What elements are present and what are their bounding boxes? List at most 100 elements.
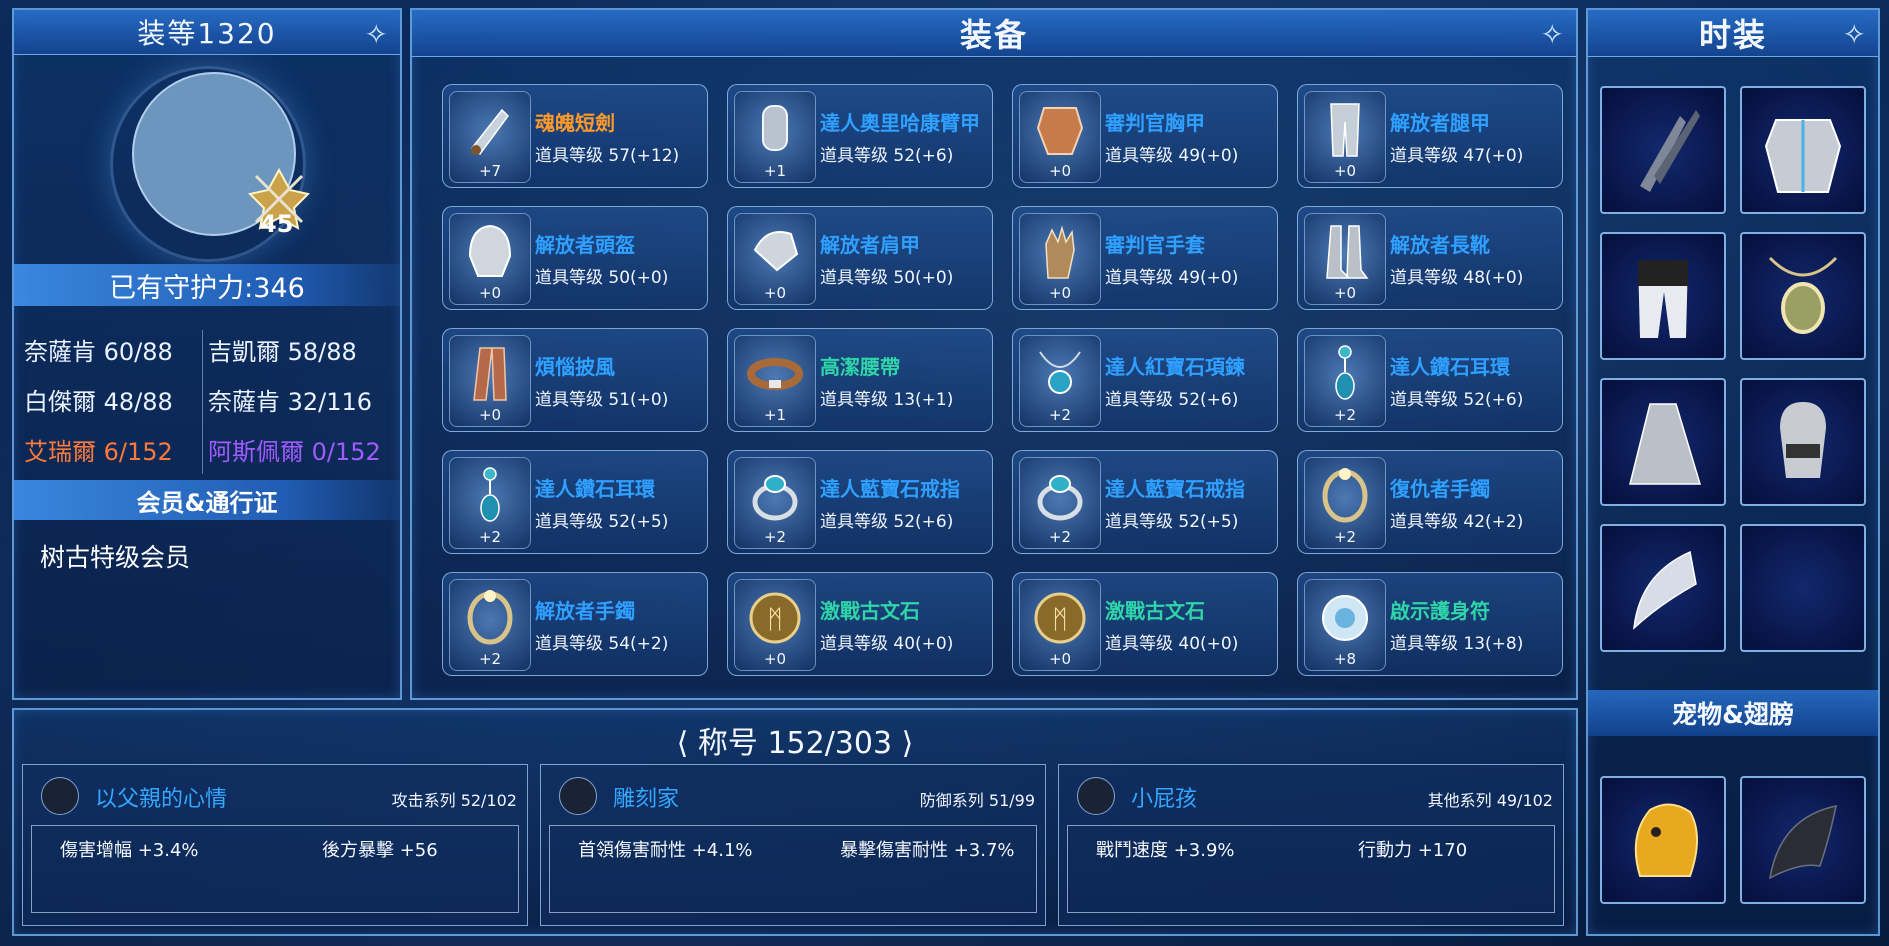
fashion-panel: 时装 ✧ 宠物&翅膀 (1586, 8, 1880, 936)
item-name: 解放者長靴 (1390, 233, 1490, 257)
title-name: 小屁孩 (1131, 787, 1198, 812)
equipment-slot[interactable]: ᛗ +0 激戰古文石 道具等级 40(+0) (1012, 572, 1278, 676)
equipment-slot[interactable]: +2 達人鑽石耳環 道具等级 52(+6) (1297, 328, 1563, 432)
shoulder-icon (753, 231, 799, 272)
equipment-slot[interactable]: +2 解放者手鐲 道具等级 54(+2) (442, 572, 708, 676)
equipment-slot[interactable]: +0 解放者頭盔 道具等级 50(+0) (442, 206, 708, 310)
item-name: 解放者肩甲 (820, 233, 920, 257)
chevron-left-icon[interactable]: ⟨ (677, 726, 689, 761)
item-enhance: +2 (1333, 406, 1357, 424)
title-stat: 戰鬥速度 +3.9% (1096, 840, 1235, 861)
item-icon-box: +2 (1019, 335, 1101, 427)
equipment-slot[interactable]: +2 復仇者手鐲 道具等级 42(+2) (1297, 450, 1563, 554)
item-level: 道具等级 48(+0) (1390, 268, 1524, 288)
equipment-slot[interactable]: +2 達人藍寶石戒指 道具等级 52(+6) (727, 450, 993, 554)
item-level: 道具等级 51(+0) (535, 390, 669, 410)
fashion-slot[interactable] (1600, 232, 1726, 360)
item-level: 道具等级 50(+0) (535, 268, 669, 288)
svg-text:ᛗ: ᛗ (767, 605, 783, 635)
dagger-costume-icon (1640, 110, 1700, 192)
cape-icon (473, 347, 507, 401)
equipment-slot[interactable]: +0 解放者長靴 道具等级 48(+0) (1297, 206, 1563, 310)
title-card[interactable]: 雕刻家 防御系列 51/99 首領傷害耐性 +4.1% 暴擊傷害耐性 +3.7% (540, 764, 1046, 926)
item-level: 道具等级 52(+5) (1105, 512, 1239, 532)
chevron-right-icon[interactable]: ⟩ (902, 726, 914, 761)
title-card[interactable]: 以父親的心情 攻击系列 52/102 傷害增幅 +3.4% 後方暴擊 +56 (22, 764, 528, 926)
necklace-costume-icon (1768, 256, 1838, 334)
equipment-slot[interactable]: +2 達人藍寶石戒指 道具等级 52(+5) (1012, 450, 1278, 554)
pet-slot[interactable] (1600, 776, 1726, 904)
pet-slot[interactable] (1740, 776, 1866, 904)
item-icon-box: +0 (1019, 91, 1101, 183)
fashion-header: 时装 ✧ (1588, 10, 1878, 57)
equipment-slot[interactable]: +0 審判官胸甲 道具等级 49(+0) (1012, 84, 1278, 188)
item-icon-box: +2 (1019, 457, 1101, 549)
item-icon-box: +2 (449, 457, 531, 549)
item-enhance: +2 (478, 528, 502, 546)
item-enhance: +2 (1048, 406, 1072, 424)
equipment-header: 装备 ✧ (412, 10, 1576, 57)
title-stat: 傷害增幅 +3.4% (60, 840, 199, 861)
title-stat: 後方暴擊 +56 (322, 840, 438, 861)
equipment-slot[interactable]: +8 啟示護身符 道具等级 13(+8) (1297, 572, 1563, 676)
empty-slot (1760, 544, 1846, 632)
equipment-slot[interactable]: +0 解放者肩甲 道具等级 50(+0) (727, 206, 993, 310)
title-card[interactable]: 小屁孩 其他系列 49/102 戰鬥速度 +3.9% 行動力 +170 (1058, 764, 1564, 926)
ring-icon (752, 475, 798, 521)
item-level: 道具等级 40(+0) (820, 634, 954, 654)
fashion-slot[interactable] (1600, 524, 1726, 652)
character-panel: 装等1320 ✧ 45 已有守护力:346 奈薩肯 60/88 吉凱爾 58/8… (12, 8, 402, 700)
equipment-slot[interactable]: +1 高潔腰帶 道具等级 13(+1) (727, 328, 993, 432)
arrow-deco-icon: ✧ (1540, 18, 1566, 51)
equipment-slot[interactable]: +7 魂魄短劍 道具等级 57(+12) (442, 84, 708, 188)
item-icon-box: +8 (1304, 579, 1386, 671)
item-enhance: +0 (478, 284, 502, 302)
chest-armor-icon (1036, 107, 1084, 155)
equipment-slot[interactable]: +0 煩惱披風 道具等级 51(+0) (442, 328, 708, 432)
item-enhance: +0 (1048, 650, 1072, 668)
equipment-slot[interactable]: +2 達人鑽石耳環 道具等级 52(+5) (442, 450, 708, 554)
title-stat: 暴擊傷害耐性 +3.7% (840, 840, 1015, 861)
equipment-title: 装备 (959, 16, 1028, 54)
pants-costume-icon (1638, 260, 1688, 338)
title-category: 防御系列 51/99 (919, 791, 1035, 810)
cape-costume-icon (1629, 403, 1702, 485)
ring-icon (1037, 475, 1083, 521)
bracer-icon (762, 105, 788, 151)
item-level: 道具等级 40(+0) (1105, 634, 1239, 654)
item-enhance: +2 (763, 528, 787, 546)
item-level: 道具等级 49(+0) (1105, 268, 1239, 288)
item-enhance: +2 (1048, 528, 1072, 546)
titles-header: ⟨ 称号 152/303 ⟩ (14, 718, 1576, 761)
item-name: 激戰古文石 (820, 599, 920, 623)
equipment-slot[interactable]: +1 達人奧里哈康臂甲 道具等级 52(+6) (727, 84, 993, 188)
guard-power: 已有守护力:346 (14, 264, 400, 306)
item-enhance: +0 (763, 650, 787, 668)
title-category: 其他系列 49/102 (1427, 791, 1553, 810)
equipment-slot[interactable]: ᛗ +0 激戰古文石道具等级 40(+0) (727, 572, 993, 676)
fashion-slot[interactable] (1740, 232, 1866, 360)
avatar-zone: 45 (14, 56, 400, 262)
equipment-slot[interactable]: +0 審判官手套 道具等级 49(+0) (1012, 206, 1278, 310)
fashion-slot[interactable] (1740, 524, 1866, 652)
equipment-slot[interactable]: +0 解放者腿甲 道具等级 47(+0) (1297, 84, 1563, 188)
title-stats-box: 戰鬥速度 +3.9% 行動力 +170 (1067, 825, 1555, 913)
item-enhance: +1 (763, 162, 787, 180)
fashion-slot[interactable] (1740, 378, 1866, 506)
helmet-icon (468, 224, 512, 277)
item-icon-box: ᛗ +0 (1019, 579, 1101, 671)
fashion-slot[interactable] (1600, 378, 1726, 506)
armor-costume-icon (1764, 119, 1842, 193)
item-enhance: +2 (1333, 528, 1357, 546)
fashion-slot[interactable] (1740, 86, 1866, 214)
item-name: 達人藍寶石戒指 (820, 477, 960, 501)
fashion-slot[interactable] (1600, 86, 1726, 214)
stats-divider (202, 330, 203, 474)
item-name: 復仇者手鐲 (1390, 477, 1490, 501)
item-name: 煩惱披風 (535, 355, 615, 379)
item-level: 道具等级 13(+1) (820, 390, 954, 410)
item-level: 道具等级 52(+5) (535, 512, 669, 532)
wings-icon (1769, 805, 1837, 880)
equipment-slot[interactable]: +2 達人紅寶石項鍊 道具等级 52(+6) (1012, 328, 1278, 432)
stat-item: 奈薩肯 32/116 (208, 388, 373, 416)
